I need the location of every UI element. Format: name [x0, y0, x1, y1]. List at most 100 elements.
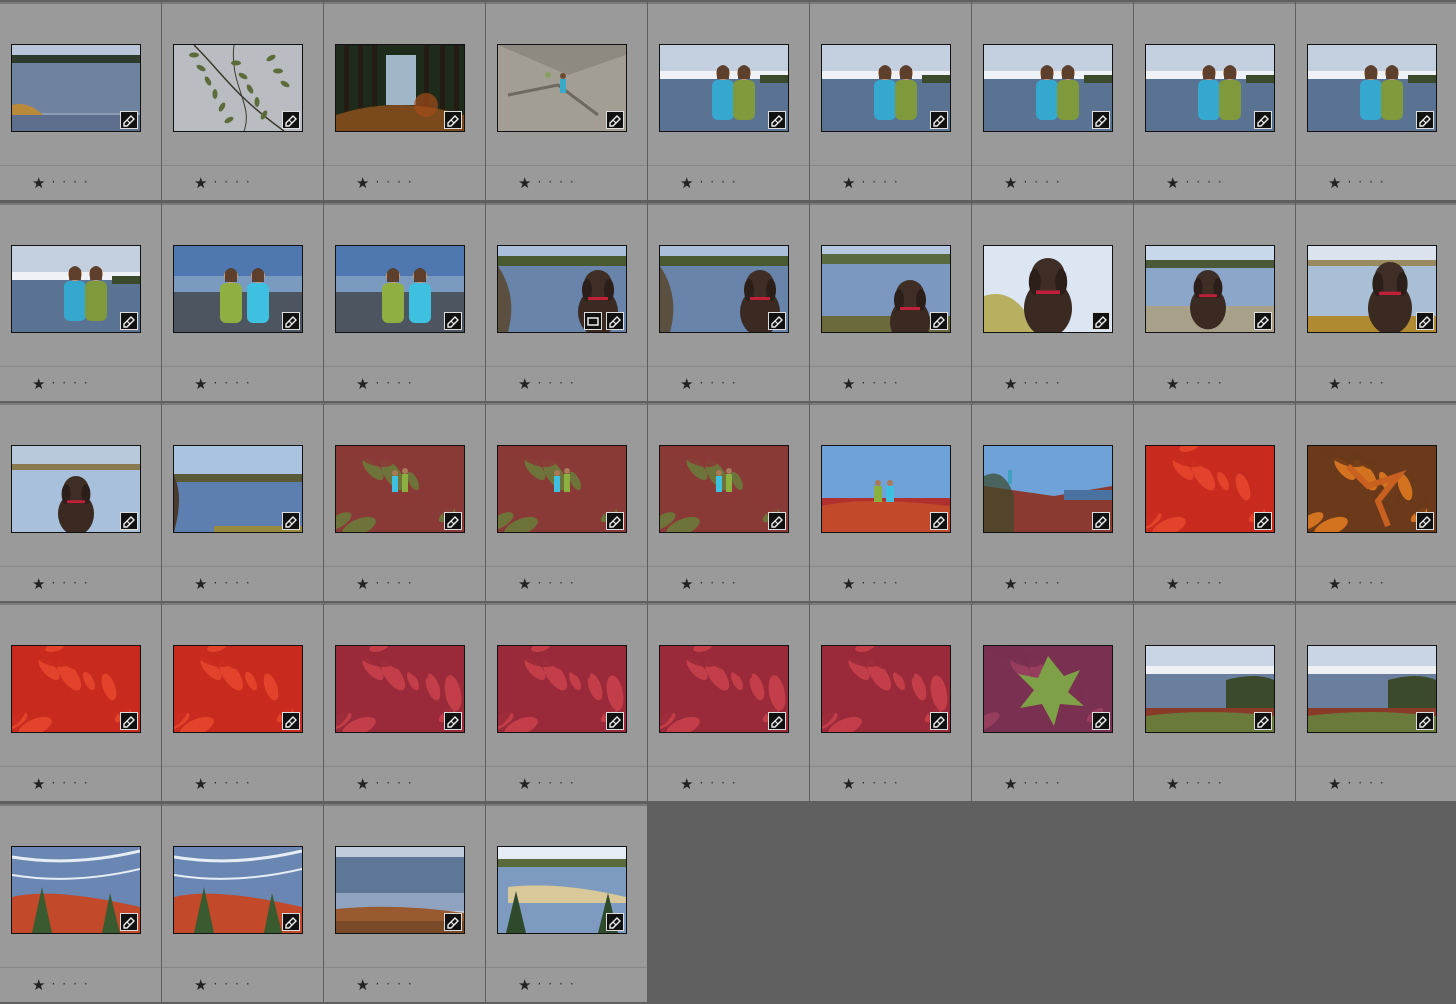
star-rating[interactable]: ★ ···· — [1166, 375, 1229, 393]
star-icon[interactable]: ★ — [1166, 575, 1181, 593]
edit-badge-icon[interactable] — [1416, 712, 1434, 730]
star-rating[interactable]: ★ ···· — [1004, 575, 1067, 593]
edit-badge-icon[interactable] — [120, 512, 138, 530]
star-rating[interactable]: ★ ···· — [356, 575, 419, 593]
edit-badge-icon[interactable] — [930, 512, 948, 530]
star-icon[interactable]: ★ — [518, 976, 533, 994]
edit-badge-icon[interactable] — [1254, 111, 1272, 129]
photo-thumbnail[interactable] — [659, 445, 789, 533]
empty-rating-dots[interactable]: ···· — [1023, 576, 1066, 590]
photo-thumbnail[interactable] — [497, 645, 627, 733]
thumbnail-cell[interactable]: ★ ···· — [486, 804, 647, 1002]
thumbnail-cell[interactable]: ★ ···· — [1296, 2, 1456, 200]
star-rating[interactable]: ★ ···· — [842, 775, 905, 793]
thumbnail-cell[interactable]: ★ ···· — [486, 603, 647, 801]
edit-badge-icon[interactable] — [1254, 312, 1272, 330]
star-rating[interactable]: ★ ···· — [1328, 174, 1391, 192]
star-icon[interactable]: ★ — [194, 976, 209, 994]
photo-thumbnail[interactable] — [11, 645, 141, 733]
edit-badge-icon[interactable] — [444, 512, 462, 530]
thumbnail-cell[interactable]: ★ ···· — [972, 2, 1133, 200]
empty-rating-dots[interactable]: ···· — [537, 977, 580, 991]
photo-thumbnail[interactable] — [335, 645, 465, 733]
thumbnail-cell[interactable]: ★ ···· — [810, 603, 971, 801]
star-rating[interactable]: ★ ···· — [356, 174, 419, 192]
thumbnail-cell[interactable]: ★ ···· — [1296, 203, 1456, 401]
edit-badge-icon[interactable] — [282, 512, 300, 530]
thumbnail-cell[interactable]: ★ ···· — [486, 403, 647, 601]
empty-rating-dots[interactable]: ···· — [1023, 376, 1066, 390]
photo-thumbnail[interactable] — [497, 445, 627, 533]
star-icon[interactable]: ★ — [1004, 375, 1019, 393]
empty-rating-dots[interactable]: ···· — [861, 175, 904, 189]
star-rating[interactable]: ★ ···· — [1166, 174, 1229, 192]
edit-badge-icon[interactable] — [1092, 712, 1110, 730]
photo-thumbnail[interactable] — [821, 445, 951, 533]
star-rating[interactable]: ★ ···· — [680, 375, 743, 393]
photo-thumbnail[interactable] — [173, 846, 303, 934]
empty-rating-dots[interactable]: ···· — [51, 175, 94, 189]
thumbnail-cell[interactable]: ★ ···· — [162, 804, 323, 1002]
edit-badge-icon[interactable] — [1092, 512, 1110, 530]
empty-rating-dots[interactable]: ···· — [51, 776, 94, 790]
photo-thumbnail[interactable] — [173, 445, 303, 533]
star-rating[interactable]: ★ ···· — [356, 775, 419, 793]
star-rating[interactable]: ★ ···· — [1166, 775, 1229, 793]
photo-thumbnail[interactable] — [335, 846, 465, 934]
photo-thumbnail[interactable] — [497, 44, 627, 132]
thumbnail-cell[interactable]: ★ ···· — [0, 2, 161, 200]
empty-rating-dots[interactable]: ···· — [1185, 175, 1228, 189]
empty-rating-dots[interactable]: ···· — [537, 576, 580, 590]
empty-rating-dots[interactable]: ···· — [375, 175, 418, 189]
empty-rating-dots[interactable]: ···· — [699, 776, 742, 790]
photo-thumbnail[interactable] — [11, 245, 141, 333]
star-icon[interactable]: ★ — [1166, 775, 1181, 793]
edit-badge-icon[interactable] — [120, 111, 138, 129]
thumbnail-cell[interactable]: ★ ···· — [324, 603, 485, 801]
edit-badge-icon[interactable] — [606, 712, 624, 730]
star-icon[interactable]: ★ — [842, 575, 857, 593]
star-icon[interactable]: ★ — [842, 174, 857, 192]
star-rating[interactable]: ★ ···· — [842, 375, 905, 393]
star-icon[interactable]: ★ — [680, 575, 695, 593]
edit-badge-icon[interactable] — [606, 913, 624, 931]
star-rating[interactable]: ★ ···· — [518, 375, 581, 393]
star-rating[interactable]: ★ ···· — [680, 174, 743, 192]
edit-badge-icon[interactable] — [282, 111, 300, 129]
star-icon[interactable]: ★ — [1004, 575, 1019, 593]
thumbnail-cell[interactable]: ★ ···· — [324, 403, 485, 601]
photo-thumbnail[interactable] — [173, 245, 303, 333]
thumbnail-cell[interactable]: ★ ···· — [972, 603, 1133, 801]
empty-rating-dots[interactable]: ···· — [537, 175, 580, 189]
star-rating[interactable]: ★ ···· — [518, 174, 581, 192]
empty-rating-dots[interactable]: ···· — [213, 576, 256, 590]
empty-rating-dots[interactable]: ···· — [1023, 776, 1066, 790]
empty-rating-dots[interactable]: ···· — [51, 576, 94, 590]
photo-thumbnail[interactable] — [1307, 645, 1437, 733]
star-rating[interactable]: ★ ···· — [356, 976, 419, 994]
photo-thumbnail[interactable] — [983, 44, 1113, 132]
thumbnail-cell[interactable]: ★ ···· — [810, 403, 971, 601]
star-icon[interactable]: ★ — [1328, 375, 1343, 393]
edit-badge-icon[interactable] — [120, 712, 138, 730]
edit-badge-icon[interactable] — [282, 712, 300, 730]
empty-rating-dots[interactable]: ···· — [1347, 376, 1390, 390]
edit-badge-icon[interactable] — [930, 312, 948, 330]
star-icon[interactable]: ★ — [356, 375, 371, 393]
star-icon[interactable]: ★ — [32, 775, 47, 793]
photo-thumbnail[interactable] — [1145, 245, 1275, 333]
empty-rating-dots[interactable]: ···· — [1185, 576, 1228, 590]
photo-thumbnail[interactable] — [1307, 245, 1437, 333]
empty-rating-dots[interactable]: ···· — [51, 376, 94, 390]
star-rating[interactable]: ★ ···· — [1004, 775, 1067, 793]
star-icon[interactable]: ★ — [194, 775, 209, 793]
edit-badge-icon[interactable] — [606, 312, 624, 330]
photo-thumbnail[interactable] — [821, 645, 951, 733]
photo-thumbnail[interactable] — [1145, 445, 1275, 533]
star-rating[interactable]: ★ ···· — [194, 575, 257, 593]
star-icon[interactable]: ★ — [194, 174, 209, 192]
star-rating[interactable]: ★ ···· — [1004, 174, 1067, 192]
star-rating[interactable]: ★ ···· — [518, 575, 581, 593]
star-icon[interactable]: ★ — [518, 775, 533, 793]
star-icon[interactable]: ★ — [194, 575, 209, 593]
